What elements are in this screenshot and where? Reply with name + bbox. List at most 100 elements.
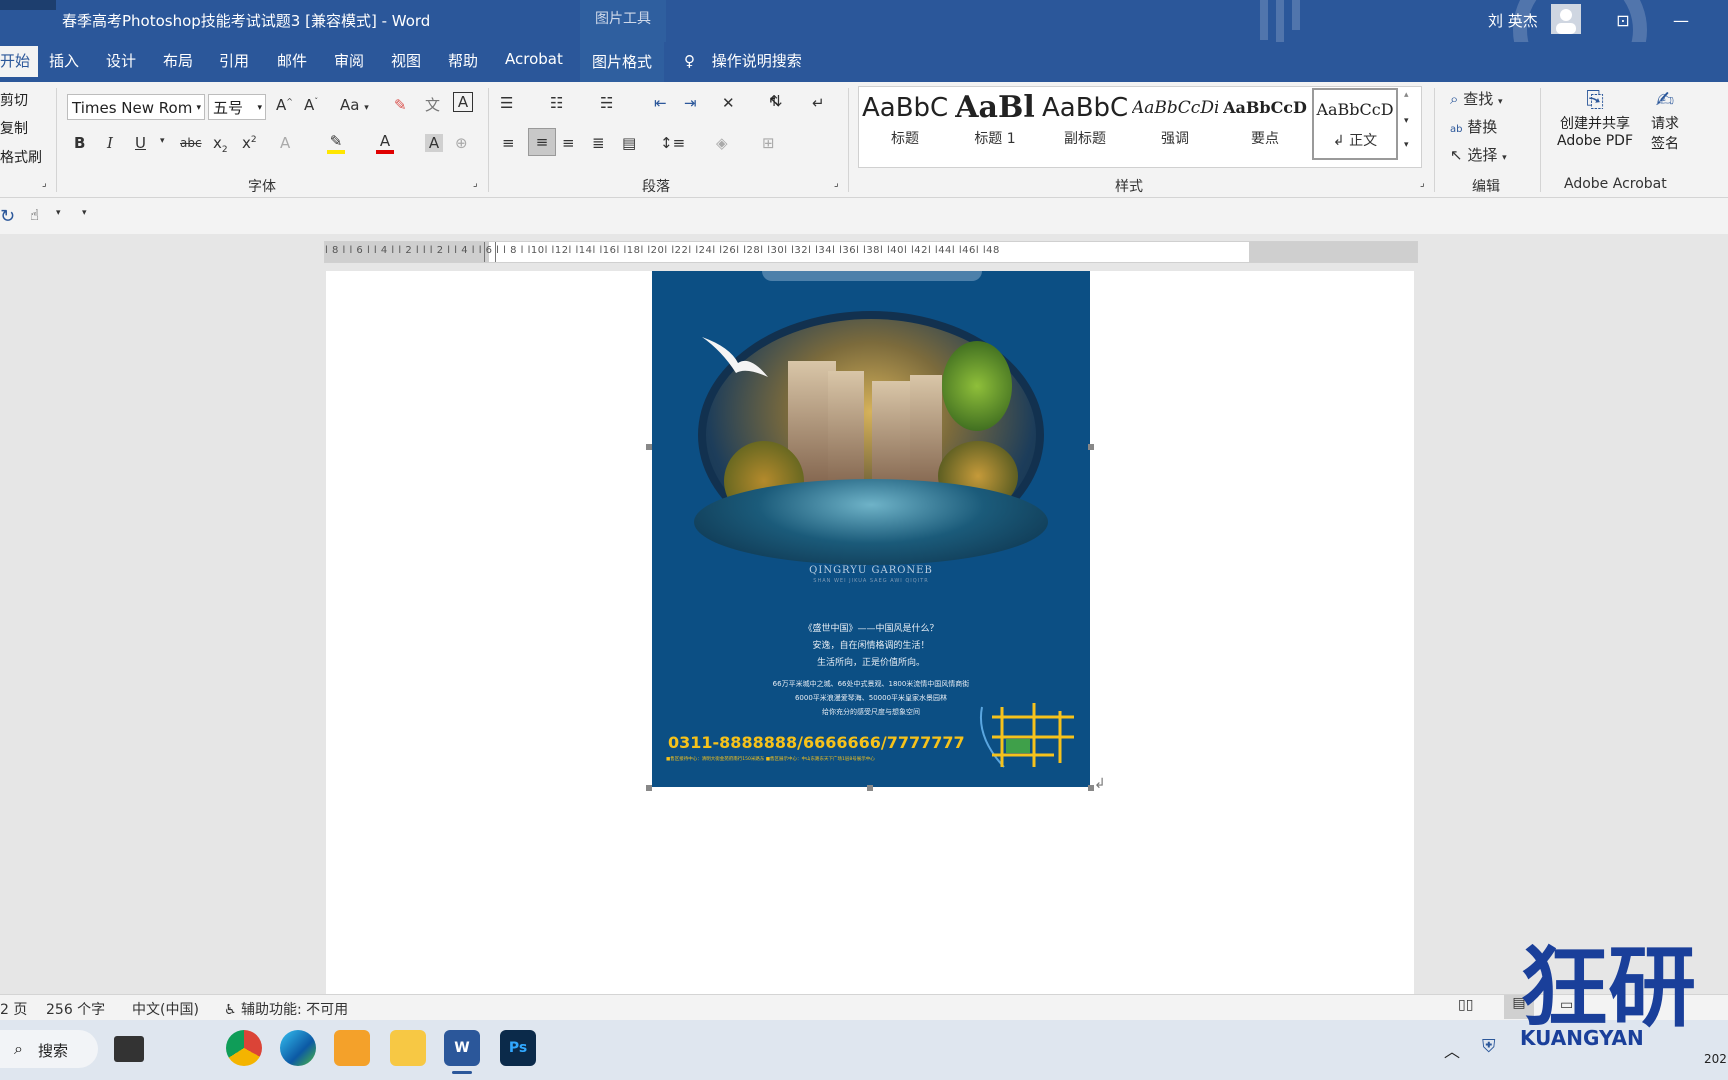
tab-references[interactable]: 引用 xyxy=(219,50,249,71)
align-center-icon[interactable]: ≡ xyxy=(528,128,556,156)
task-view-icon[interactable] xyxy=(114,1036,144,1062)
copy-button[interactable]: 复制 xyxy=(0,118,28,138)
bold-button[interactable]: B xyxy=(74,134,85,152)
line-spacing-icon[interactable]: ↕≡ xyxy=(660,134,685,152)
show-hidden-icons-icon[interactable]: ︿ xyxy=(1444,1038,1460,1062)
tab-mailings[interactable]: 邮件 xyxy=(277,50,307,71)
clear-formatting-icon[interactable]: ✎ xyxy=(394,96,407,114)
show-formatting-icon[interactable]: ↵ xyxy=(812,94,825,112)
styles-dialog-launcher-icon[interactable]: ⌟ xyxy=(1420,178,1425,189)
avatar[interactable] xyxy=(1551,4,1581,34)
character-shading-icon[interactable]: A xyxy=(425,134,443,152)
word-icon[interactable]: W xyxy=(444,1030,480,1066)
chinese-layout-icon[interactable]: ✕ xyxy=(722,94,735,112)
user-name[interactable]: 刘 英杰 xyxy=(1488,10,1538,31)
underline-button[interactable]: U xyxy=(135,134,146,152)
change-case-button[interactable]: Aa ▾ xyxy=(340,96,369,114)
justify-icon[interactable]: ≣ xyxy=(592,134,605,152)
request-signature-button[interactable]: ✍ 请求 签名 xyxy=(1640,88,1690,153)
phonetic-guide-icon[interactable]: 文 xyxy=(425,94,440,115)
font-name-combobox[interactable]: Times New Rom ▾ xyxy=(67,94,205,120)
ribbon-display-options-icon[interactable]: ⊡ xyxy=(1608,6,1638,36)
chevron-down-icon[interactable]: ▾ xyxy=(160,136,165,146)
security-icon[interactable]: ⛨ xyxy=(1482,1036,1496,1057)
styles-more-icon[interactable]: ▾ xyxy=(1404,140,1409,150)
borders-icon[interactable]: ⊞ xyxy=(762,134,775,152)
enclose-characters-icon[interactable]: ⊕ xyxy=(455,134,468,152)
tab-design[interactable]: 设计 xyxy=(106,50,136,71)
tab-layout[interactable]: 布局 xyxy=(163,50,193,71)
indent-marker[interactable] xyxy=(484,242,496,262)
photoshop-icon[interactable]: Ps xyxy=(500,1030,536,1066)
replace-button[interactable]: ab 替换 xyxy=(1450,116,1530,137)
tell-me-search[interactable]: ♀ 操作说明搜索 xyxy=(684,50,802,71)
bullets-icon[interactable]: ☰ xyxy=(500,94,513,112)
status-page[interactable]: 2 页 xyxy=(0,999,27,1019)
accessibility-button[interactable]: ♿ 辅助功能: 不可用 xyxy=(224,999,348,1019)
resize-handle[interactable] xyxy=(867,785,873,791)
tab-review[interactable]: 审阅 xyxy=(334,50,364,71)
horizontal-ruler[interactable]: l 8 l l 6 l l 4 l l 2 l l l 2 l l 4 l l … xyxy=(324,241,1418,263)
style-normal[interactable]: AaBbCcD ↲ 正文 xyxy=(1312,88,1398,160)
redo-icon[interactable]: ↻ xyxy=(0,206,15,227)
media-app-icon[interactable] xyxy=(334,1030,370,1066)
dialog-launcher-icon[interactable]: ⌟ xyxy=(42,178,47,189)
increase-indent-icon[interactable]: ⇥ xyxy=(684,94,697,112)
style-title[interactable]: AaBbC 标题 xyxy=(862,88,948,160)
cut-button[interactable]: 剪切 xyxy=(0,90,28,110)
clock-fragment[interactable]: 202 xyxy=(1704,1052,1727,1066)
create-share-pdf-button[interactable]: ⎘ 创建并共享 Adobe PDF xyxy=(1550,88,1640,149)
status-language[interactable]: 中文(中国) xyxy=(132,999,199,1019)
poster-image[interactable]: QINGRYU GARONEB SHAN WEI JIKUA SAEG AWI … xyxy=(652,271,1090,787)
resize-handle[interactable] xyxy=(646,444,652,450)
font-dialog-launcher-icon[interactable]: ⌟ xyxy=(473,178,478,189)
font-color-icon[interactable]: A xyxy=(376,132,394,154)
paragraph-dialog-launcher-icon[interactable]: ⌟ xyxy=(834,178,839,189)
status-word-count[interactable]: 256 个字 xyxy=(46,999,105,1019)
numbering-icon[interactable]: ☷ xyxy=(550,94,563,112)
superscript-icon[interactable]: x2 xyxy=(242,134,257,152)
multilevel-list-icon[interactable]: ☵ xyxy=(600,94,613,112)
touch-mode-icon[interactable]: ☝ xyxy=(30,206,39,224)
italic-button[interactable]: I xyxy=(107,134,113,152)
grow-font-icon[interactable]: A^ xyxy=(276,96,293,114)
text-effects-icon[interactable]: A xyxy=(280,134,290,152)
format-painter-button[interactable]: 格式刷 xyxy=(0,147,42,167)
tab-home[interactable]: 开始 xyxy=(0,46,39,77)
align-left-icon[interactable]: ≡ xyxy=(502,134,515,152)
tab-help[interactable]: 帮助 xyxy=(448,50,478,71)
subscript-icon[interactable]: x2 xyxy=(213,134,228,155)
edge-icon[interactable] xyxy=(280,1030,316,1066)
font-size-combobox[interactable]: 五号 ▾ xyxy=(208,94,266,120)
tab-view[interactable]: 视图 xyxy=(391,50,421,71)
chevron-down-icon[interactable]: ▾ xyxy=(56,208,61,218)
style-subtitle[interactable]: AaBbC 副标题 xyxy=(1042,88,1128,160)
strikethrough-button[interactable]: abc xyxy=(180,136,202,150)
distributed-icon[interactable]: ▤ xyxy=(622,134,636,152)
style-emphasis[interactable]: AaBbCcDi 强调 xyxy=(1132,88,1218,160)
change-case-label: Aa xyxy=(340,96,360,114)
chrome-icon[interactable] xyxy=(226,1030,262,1066)
customize-qat-icon[interactable]: ▾ xyxy=(82,208,87,218)
tab-insert[interactable]: 插入 xyxy=(49,50,79,71)
read-mode-icon[interactable]: ▯▯ xyxy=(1458,997,1473,1013)
tab-picture-format[interactable]: 图片格式 xyxy=(580,42,665,82)
style-heading-1[interactable]: AaBl 标题 1 xyxy=(952,88,1038,160)
styles-scroll-up-icon[interactable]: ▴ xyxy=(1404,90,1409,100)
decrease-indent-icon[interactable]: ⇤ xyxy=(654,94,667,112)
align-right-icon[interactable]: ≡ xyxy=(562,134,575,152)
character-border-icon[interactable]: A xyxy=(453,92,473,112)
minimize-icon[interactable]: — xyxy=(1666,6,1696,36)
select-button[interactable]: ↖ 选择 ▾ xyxy=(1450,144,1530,165)
highlight-color-icon[interactable]: ✎ xyxy=(327,132,345,154)
file-explorer-icon[interactable] xyxy=(390,1030,426,1066)
style-strong[interactable]: AaBbCcD 要点 xyxy=(1222,88,1308,160)
tab-acrobat[interactable]: Acrobat xyxy=(505,50,563,68)
resize-handle[interactable] xyxy=(1088,444,1094,450)
taskbar-search[interactable]: ⌕ 搜索 xyxy=(0,1030,98,1068)
shading-icon[interactable]: ◈ xyxy=(716,134,728,152)
styles-scroll-down-icon[interactable]: ▾ xyxy=(1404,116,1409,126)
resize-handle[interactable] xyxy=(646,785,652,791)
shrink-font-icon[interactable]: Aˇ xyxy=(304,96,318,114)
find-button[interactable]: ⌕ 查找 ▾ xyxy=(1450,88,1530,109)
